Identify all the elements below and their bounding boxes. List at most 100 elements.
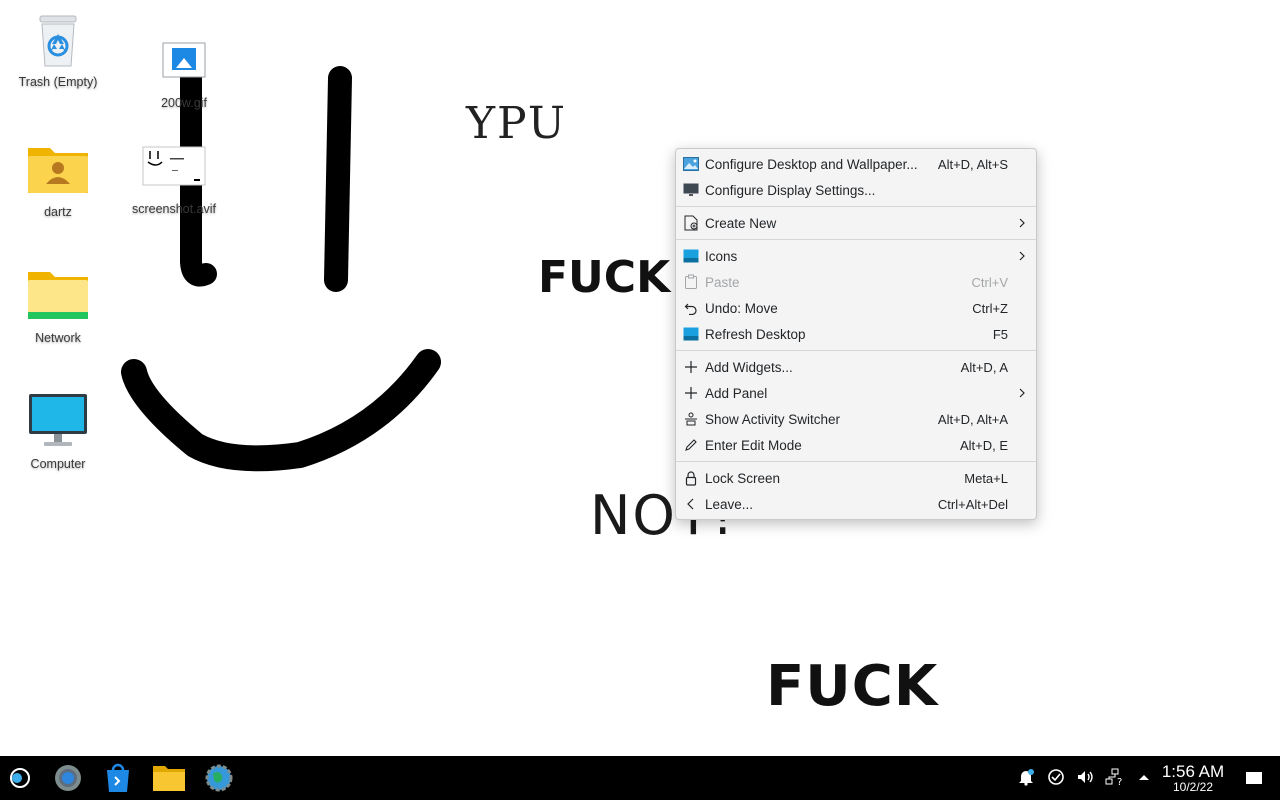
chevron-right-icon [1019, 218, 1025, 228]
wallpaper-text-ypu: YPU [466, 98, 567, 149]
menu-item-label: Show Activity Switcher [705, 411, 841, 427]
network-icon: ? [1105, 768, 1122, 786]
network-status-button[interactable]: ? [1104, 766, 1126, 788]
notifications-button[interactable] [1015, 766, 1037, 788]
pencil-icon [682, 436, 700, 454]
chevron-left-icon [682, 495, 700, 513]
desktop-icon-label: Computer [30, 457, 86, 471]
desktop-context-menu: Configure Desktop and Wallpaper... Alt+D… [675, 148, 1037, 520]
clock-time[interactable]: 1:56 AM [1156, 762, 1230, 782]
menu-item-shortcut: Ctrl+V [971, 274, 1008, 290]
show-desktop-icon [1246, 772, 1262, 784]
menu-item-configure-desktop[interactable]: Configure Desktop and Wallpaper... Alt+D… [676, 151, 1036, 177]
expand-tray-icon [1139, 775, 1149, 780]
desktop-icon-trash[interactable]: Trash (Empty) [8, 8, 108, 89]
wallpaper-text-word2: FUCK [766, 654, 939, 719]
desktop-icon-computer[interactable]: Computer [8, 390, 108, 471]
menu-item-show-activity-switcher[interactable]: Show Activity Switcher Alt+D, Alt+A [676, 406, 1036, 432]
network-folder-icon [26, 264, 90, 328]
create-new-icon [682, 214, 700, 232]
menu-item-shortcut: Meta+L [964, 470, 1008, 486]
image-thumbnail-icon [142, 146, 206, 186]
menu-item-label: Refresh Desktop [705, 326, 806, 342]
menu-item-shortcut: Alt+D, Alt+S [937, 156, 1008, 172]
computer-icon [26, 390, 90, 454]
menu-item-label: Configure Desktop and Wallpaper... [705, 156, 918, 172]
menu-item-shortcut: Ctrl+Z [972, 300, 1008, 316]
desktop-icon-screenshot-avif[interactable]: screenshot.avif [124, 146, 224, 216]
notifications-icon [1019, 769, 1034, 786]
desktop[interactable]: YPU FUCK NOT! FUCK Trash (Empty) 200w.gi… [0, 0, 1280, 756]
wallpaper-text-word1: FUCK [538, 252, 671, 303]
expand-tray-button[interactable] [1133, 766, 1155, 788]
menu-item-shortcut: Alt+D, E [959, 437, 1008, 453]
paste-icon [682, 273, 700, 291]
desktop-icon-network[interactable]: Network [8, 264, 108, 345]
menu-item-label: Create New [705, 215, 777, 231]
display-icon [682, 181, 700, 199]
chevron-right-icon [1019, 251, 1025, 261]
menu-item-enter-edit-mode[interactable]: Enter Edit Mode Alt+D, E [676, 432, 1036, 458]
plus-icon [682, 384, 700, 402]
settings-app-icon [55, 765, 81, 791]
menu-item-label: Undo: Move [705, 300, 778, 316]
menu-item-label: Icons [705, 248, 738, 264]
activity-icon [682, 410, 700, 428]
desktop-icon-dartz[interactable]: dartz [8, 138, 108, 219]
desktop-icon-label: Network [35, 331, 81, 345]
wallpaper: YPU FUCK NOT! FUCK [0, 0, 1280, 756]
taskbar: ? [0, 756, 1280, 800]
clock-date[interactable]: 10/2/22 [1156, 780, 1230, 794]
svg-text:?: ? [1117, 777, 1122, 786]
menu-item-icons[interactable]: Icons [676, 243, 1036, 269]
menu-item-create-new[interactable]: Create New [676, 210, 1036, 236]
icons-icon [682, 247, 700, 265]
trash-icon [26, 8, 90, 72]
browser-button[interactable] [201, 760, 237, 796]
file-manager-icon [153, 766, 185, 791]
menu-item-refresh-desktop[interactable]: Refresh Desktop F5 [676, 321, 1036, 347]
menu-item-label: Paste [705, 274, 740, 290]
chevron-right-icon [1019, 388, 1025, 398]
desktop-icon-label: 200w.gif [161, 96, 207, 110]
discover-store-icon [107, 763, 129, 792]
menu-item-label: Enter Edit Mode [705, 437, 802, 453]
updates-button[interactable] [1045, 766, 1067, 788]
desktop-icon-label: screenshot.avif [131, 202, 217, 216]
refresh-icon [682, 325, 700, 343]
menu-item-configure-display[interactable]: Configure Display Settings... [676, 177, 1036, 203]
desktop-icon-label: dartz [44, 205, 72, 219]
image-file-icon [162, 42, 206, 78]
volume-button[interactable] [1074, 766, 1096, 788]
menu-item-label: Leave... [705, 496, 754, 512]
menu-item-leave[interactable]: Leave... Ctrl+Alt+Del [676, 491, 1036, 517]
menu-item-shortcut: Alt+D, A [960, 359, 1008, 375]
browser-icon [205, 764, 233, 792]
menu-separator [676, 461, 1036, 462]
updates-icon [1048, 769, 1064, 785]
app-launcher-icon [10, 768, 30, 788]
discover-store-button[interactable] [100, 760, 136, 796]
menu-item-add-panel[interactable]: Add Panel [676, 380, 1036, 406]
wallpaper-icon [682, 155, 700, 173]
menu-item-lock-screen[interactable]: Lock Screen Meta+L [676, 465, 1036, 491]
lock-icon [682, 469, 700, 487]
menu-item-paste: Paste Ctrl+V [676, 269, 1036, 295]
menu-separator [676, 206, 1036, 207]
file-manager-button[interactable] [151, 760, 187, 796]
menu-item-add-widgets[interactable]: Add Widgets... Alt+D, A [676, 354, 1036, 380]
home-folder-icon [26, 138, 90, 202]
wallpaper-smiley-drawing [121, 66, 441, 472]
menu-item-shortcut: F5 [992, 326, 1008, 342]
menu-separator [676, 239, 1036, 240]
menu-separator [676, 350, 1036, 351]
volume-icon [1078, 771, 1093, 783]
show-desktop-button[interactable] [1243, 766, 1265, 788]
settings-app-button[interactable] [50, 760, 86, 796]
menu-item-undo-move[interactable]: Undo: Move Ctrl+Z [676, 295, 1036, 321]
menu-item-label: Lock Screen [705, 470, 781, 486]
desktop-icon-200w-gif[interactable]: 200w.gif [134, 42, 234, 110]
menu-item-label: Add Panel [705, 385, 768, 401]
app-launcher-button[interactable] [2, 760, 38, 796]
menu-item-label: Add Widgets... [705, 359, 793, 375]
